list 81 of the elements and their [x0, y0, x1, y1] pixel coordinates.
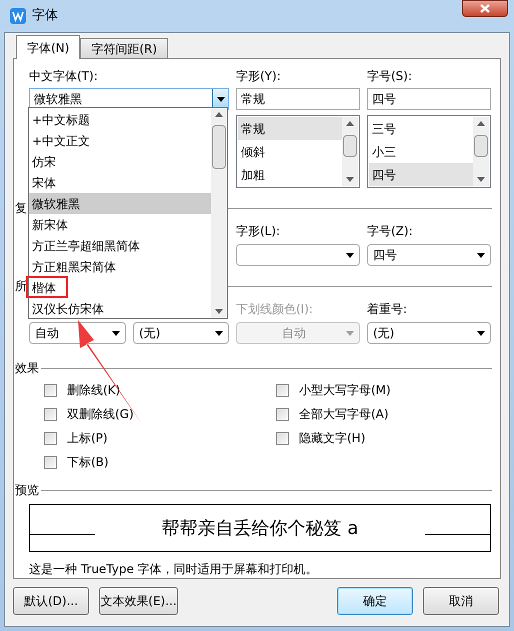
input-field[interactable]: 常规 — [236, 88, 360, 110]
preview-text: 帮帮亲自丢给你个秘笈 a — [160, 516, 360, 540]
checkbox[interactable] — [44, 456, 57, 468]
checkbox-label: 删除线(K) — [67, 382, 120, 399]
list-item[interactable]: 常规 — [238, 117, 342, 140]
field-label: 字形(L): — [236, 223, 282, 240]
section-title: 复 — [15, 200, 27, 217]
window-title: 字体 — [32, 7, 58, 26]
scroll-thumb[interactable] — [212, 125, 226, 169]
scroll-up-icon[interactable] — [215, 112, 223, 117]
underline-select[interactable]: (无) — [133, 322, 229, 344]
style-select[interactable] — [236, 244, 360, 266]
dropdown-item[interactable]: +中文正文 — [29, 130, 211, 151]
dropdown-item[interactable]: 汉仪长仿宋体 — [29, 298, 211, 319]
section-title: 预览 — [15, 482, 39, 499]
section-title: 所 — [15, 278, 27, 295]
dropdown-item[interactable]: 微软雅黑 — [29, 193, 211, 214]
dropdown-item[interactable]: 仿宋 — [29, 151, 211, 172]
list-item[interactable]: 加粗 — [238, 163, 342, 186]
dropdown-item[interactable]: 新宋体 — [29, 214, 211, 235]
caret-icon — [112, 330, 120, 336]
checkbox-label: 小型大写字母(M) — [299, 382, 391, 399]
list-item[interactable]: 倾斜 — [238, 140, 342, 163]
field-label: 中文字体(T): — [29, 68, 99, 85]
list-item[interactable]: 小三 — [369, 140, 473, 163]
scroll-up-icon[interactable] — [477, 121, 485, 126]
tab[interactable]: 字符间距(R) — [80, 38, 168, 58]
scrollbar[interactable] — [342, 117, 358, 186]
caret-icon — [477, 330, 485, 336]
emphasis-select[interactable]: (无) — [367, 322, 491, 344]
dropdown-item[interactable]: 方正粗黑宋简体 — [29, 256, 211, 277]
checkbox[interactable] — [276, 384, 289, 396]
field-label: 着重号: — [367, 301, 408, 318]
checkbox-label: 双删除线(G) — [67, 406, 134, 423]
scrollbar[interactable] — [473, 117, 489, 186]
scroll-up-icon[interactable] — [346, 121, 354, 126]
checkbox-label: 全部大写字母(A) — [299, 406, 389, 423]
highlight-box — [26, 276, 68, 298]
caret-icon — [346, 330, 354, 336]
checkbox-label: 下标(B) — [67, 454, 109, 471]
tab[interactable]: 字体(N) — [16, 35, 80, 59]
dropdown-item[interactable]: +中文标题 — [29, 109, 211, 130]
close-icon — [480, 4, 490, 13]
field-label: 下划线颜色(I): — [236, 301, 314, 318]
checkbox[interactable] — [44, 432, 57, 444]
dialog-button[interactable]: 确定 — [337, 587, 413, 615]
dropdown-button[interactable] — [212, 89, 228, 109]
input-field[interactable]: 四号 — [367, 88, 491, 110]
section-title: 效果 — [15, 360, 39, 377]
dropdown-item[interactable]: 楷体 — [29, 277, 211, 298]
color-select[interactable]: 自动 — [29, 322, 126, 344]
field-label: 字号(Z): — [367, 223, 414, 240]
scroll-thumb[interactable] — [474, 135, 488, 157]
list-item[interactable]: 三号 — [369, 117, 473, 140]
checkbox[interactable] — [276, 432, 289, 444]
size-select[interactable]: 四号 — [367, 244, 491, 266]
scroll-down-icon[interactable] — [346, 177, 354, 182]
dropdown-item[interactable]: 宋体 — [29, 172, 211, 193]
dialog-button[interactable]: 取消 — [423, 587, 499, 615]
field-label: 字号(S): — [367, 68, 414, 85]
scroll-thumb[interactable] — [343, 135, 357, 157]
font-description: 这是一种 TrueType 字体，同时适用于屏幕和打印机。 — [29, 561, 319, 578]
checkbox[interactable] — [44, 408, 57, 420]
field-label: 字形(Y): — [236, 68, 282, 85]
scroll-down-icon[interactable] — [477, 177, 485, 182]
scroll-down-icon[interactable] — [215, 309, 223, 314]
list-item[interactable]: 四号 — [369, 163, 473, 186]
dialog-button[interactable]: 默认(D)... — [13, 587, 89, 615]
close-button[interactable] — [462, 0, 508, 17]
scrollbar[interactable] — [211, 108, 227, 318]
checkbox[interactable] — [276, 408, 289, 420]
dialog-button[interactable]: 文本效果(E)... — [99, 587, 178, 615]
caret-icon — [215, 330, 223, 336]
checkbox[interactable] — [44, 384, 57, 396]
checkbox-label: 上标(P) — [67, 430, 108, 447]
dropdown-item[interactable]: 方正兰亭超细黑简体 — [29, 235, 211, 256]
caret-icon — [477, 252, 485, 258]
app-logo-icon — [10, 8, 26, 24]
caret-icon — [216, 96, 224, 102]
checkbox-label: 隐藏文字(H) — [299, 430, 366, 447]
caret-icon — [346, 252, 354, 258]
